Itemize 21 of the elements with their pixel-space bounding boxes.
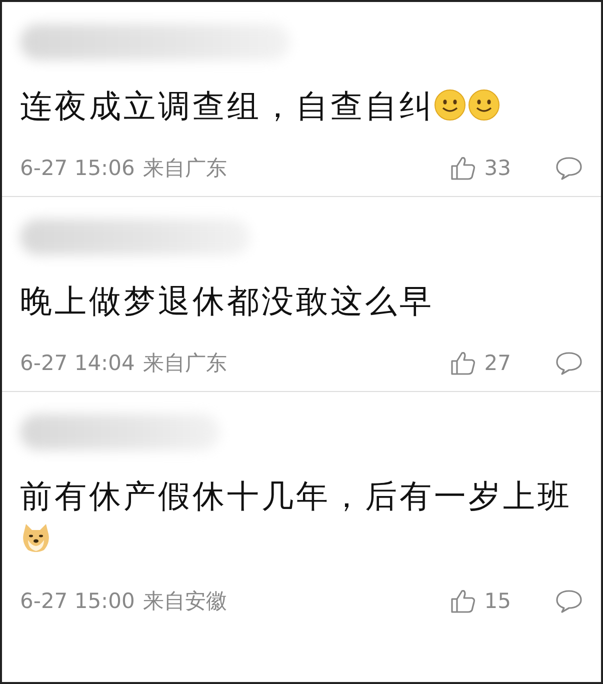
comment-time: 6-27 15:06	[20, 156, 135, 180]
like-count: 33	[484, 156, 511, 180]
comment-icon[interactable]	[555, 350, 583, 376]
thumbs-up-icon[interactable]	[450, 588, 476, 614]
smiley-icon	[434, 89, 466, 121]
comment-text: 前有休产假休十几年，后有一岁上班	[20, 477, 572, 515]
comment-text: 晚上做梦退休都没敢这么早	[20, 282, 434, 320]
thumbs-up-icon[interactable]	[450, 350, 476, 376]
comment-location: 来自广东	[142, 155, 227, 182]
comment-icon[interactable]	[555, 155, 583, 181]
comment-location: 来自广东	[142, 350, 227, 377]
dog-icon	[20, 522, 52, 554]
thumbs-up-icon[interactable]	[450, 155, 476, 181]
smiley-icon	[468, 89, 500, 121]
comment-location: 来自安徽	[142, 588, 227, 615]
like-count: 27	[484, 351, 511, 375]
like-count: 15	[484, 589, 511, 613]
comment-icon[interactable]	[555, 588, 583, 614]
comment-time: 6-27 14:04	[20, 351, 135, 375]
comment-time: 6-27 15:00	[20, 589, 135, 613]
comment-text: 连夜成立调查组，自查自纠	[20, 87, 434, 125]
